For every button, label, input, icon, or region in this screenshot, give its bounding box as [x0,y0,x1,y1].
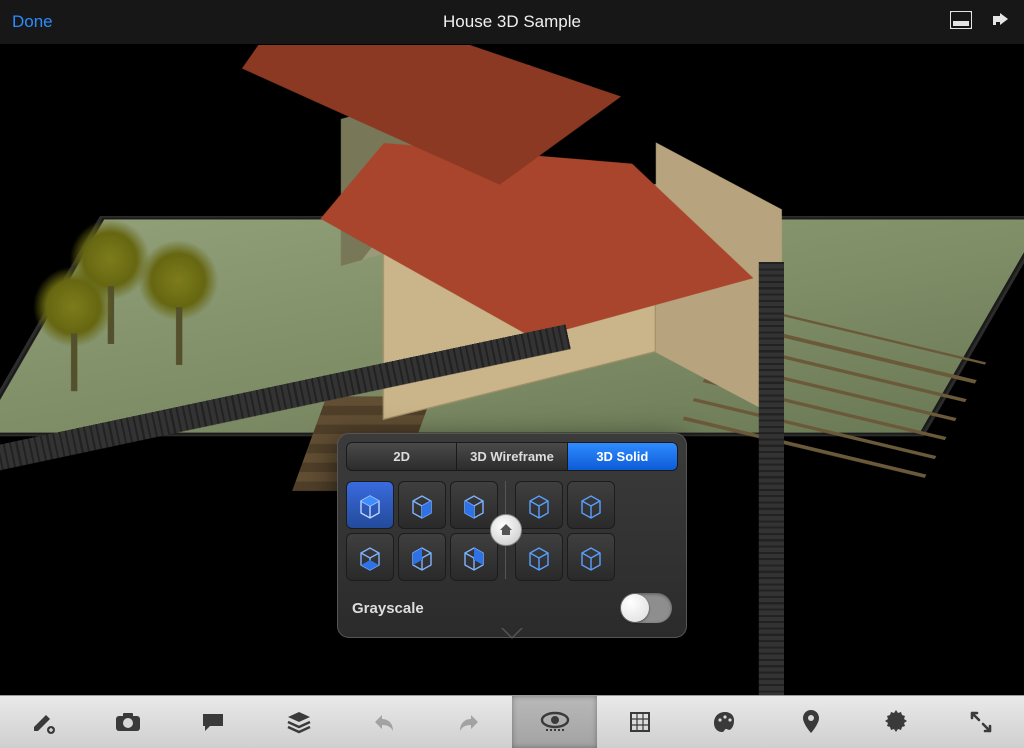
view-mode-popover: 2D 3D Wireframe 3D Solid [337,433,687,638]
panel-icon[interactable] [950,11,972,34]
iso-view-1[interactable] [346,481,394,529]
grayscale-toggle[interactable] [620,593,672,623]
iso-wire-1[interactable] [515,481,563,529]
undo-button[interactable] [341,696,426,748]
iso-wire-4[interactable] [567,533,615,581]
model-viewport[interactable]: 2D 3D Wireframe 3D Solid [0,44,1024,696]
grayscale-label: Grayscale [352,600,424,617]
comment-tool[interactable] [171,696,256,748]
iso-view-presets-solid [346,481,496,579]
top-bar: Done House 3D Sample [0,0,1024,44]
iso-wire-2[interactable] [567,481,615,529]
marker-tool[interactable] [768,696,853,748]
edit-tool[interactable] [0,696,85,748]
iso-view-4[interactable] [346,533,394,581]
palette-tool[interactable] [683,696,768,748]
fullscreen-button[interactable] [939,696,1024,748]
done-button[interactable]: Done [12,12,53,32]
layers-tool[interactable] [256,696,341,748]
redo-button[interactable] [427,696,512,748]
iso-view-presets-wire [515,481,613,579]
document-title: House 3D Sample [0,12,1024,32]
home-view-button[interactable] [490,514,522,546]
settings-button[interactable] [853,696,938,748]
segment-3d-solid[interactable]: 3D Solid [568,443,677,470]
segment-2d[interactable]: 2D [347,443,457,470]
segment-3d-wireframe[interactable]: 3D Wireframe [457,443,567,470]
iso-view-6[interactable] [450,533,498,581]
iso-view-5[interactable] [398,533,446,581]
camera-tool[interactable] [85,696,170,748]
iso-wire-3[interactable] [515,533,563,581]
view-mode-segmented-control: 2D 3D Wireframe 3D Solid [346,442,678,471]
bottom-toolbar [0,695,1024,748]
share-icon[interactable] [990,11,1012,34]
view-mode-button[interactable] [512,696,597,748]
grid-tool[interactable] [597,696,682,748]
iso-view-2[interactable] [398,481,446,529]
